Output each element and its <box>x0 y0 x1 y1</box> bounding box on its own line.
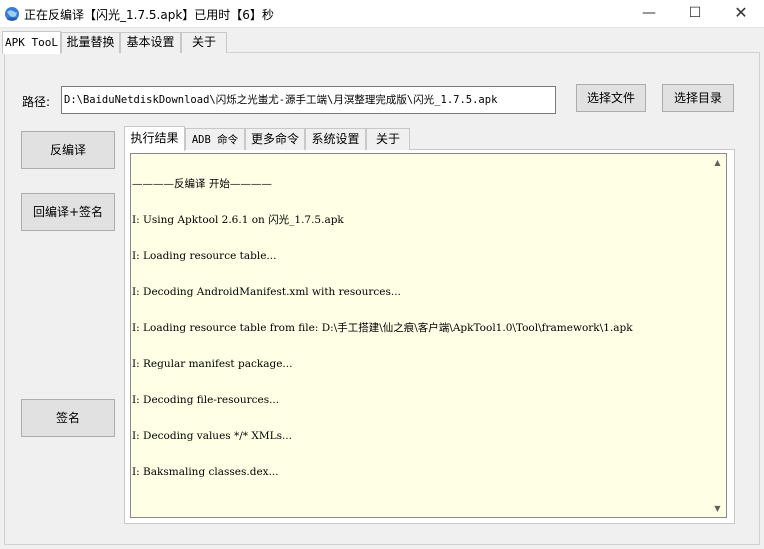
tab-system-settings[interactable]: 系统设置 <box>305 128 366 150</box>
tab-inner-about[interactable]: 关于 <box>366 128 410 150</box>
globe-icon <box>5 7 19 21</box>
tab-adb-commands-label: ADB 命令 <box>191 134 239 146</box>
select-directory-button[interactable]: 选择目录 <box>662 84 734 112</box>
log-line: I: Loading resource table... <box>132 250 277 262</box>
title-bar: 正在反编译【闪光_1.7.5.apk】已用时【6】秒 — ☐ ✕ <box>0 0 764 28</box>
log-lines: ————反编译 开始———— I: Using Apktool 2.6.1 on… <box>132 154 709 502</box>
minimize-button[interactable]: — <box>626 0 672 28</box>
log-scrollbar[interactable]: ▲ ▼ <box>709 154 726 517</box>
tab-batch-replace[interactable]: 批量替换 <box>61 32 120 53</box>
tab-adb-commands[interactable]: ADB 命令 <box>185 128 245 150</box>
maximize-button[interactable]: ☐ <box>672 0 718 28</box>
log-line: ————反编译 开始———— <box>132 178 272 190</box>
log-line: I: Decoding file-resources... <box>132 394 280 406</box>
path-label: 路径: <box>22 95 51 109</box>
log-line: I: Regular manifest package... <box>132 358 293 370</box>
log-line: I: Decoding values */* XMLs... <box>132 430 292 442</box>
select-file-button[interactable]: 选择文件 <box>576 84 646 112</box>
decompile-button[interactable]: 反编译 <box>21 131 115 169</box>
path-input[interactable]: D:\BaiduNetdiskDownload\闪烁之光蚩尤-源手工端\月溟整理… <box>61 86 556 114</box>
tab-about[interactable]: 关于 <box>181 32 227 53</box>
scroll-up-icon[interactable]: ▲ <box>709 154 726 171</box>
tab-more-commands[interactable]: 更多命令 <box>245 128 305 150</box>
log-line: I: Loading resource table from file: D:\… <box>132 322 633 334</box>
recompile-sign-button[interactable]: 回编译+签名 <box>21 193 115 231</box>
log-line: I: Decoding AndroidManifest.xml with res… <box>132 286 401 298</box>
tab-basic-settings[interactable]: 基本设置 <box>120 32 181 53</box>
log-line: I: Using Apktool 2.6.1 on 闪光_1.7.5.apk <box>132 214 344 226</box>
sign-button[interactable]: 签名 <box>21 399 115 437</box>
log-line: I: Baksmaling classes.dex... <box>132 466 279 478</box>
window-title: 正在反编译【闪光_1.7.5.apk】已用时【6】秒 <box>24 8 274 22</box>
close-button[interactable]: ✕ <box>718 0 764 28</box>
log-output[interactable]: ————反编译 开始———— I: Using Apktool 2.6.1 on… <box>130 153 727 518</box>
tab-apk-tool[interactable]: APK TooL <box>2 31 61 54</box>
tab-execution-result[interactable]: 执行结果 <box>124 126 185 151</box>
scroll-down-icon[interactable]: ▼ <box>709 500 726 517</box>
